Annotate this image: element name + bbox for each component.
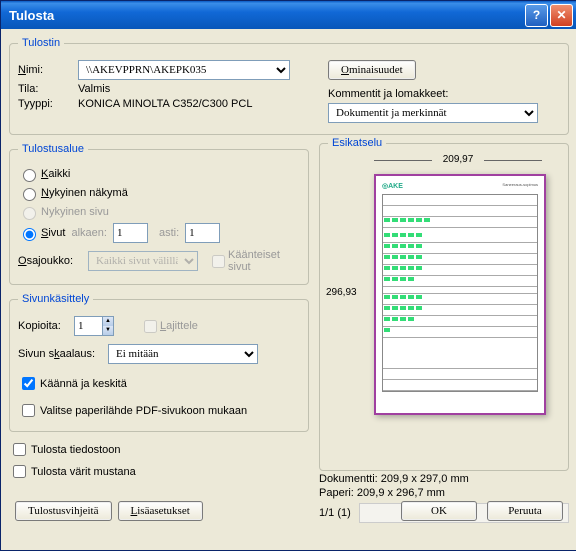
printer-legend: Tulostin — [18, 37, 64, 49]
scaling-label: Sivun skaalaus: — [18, 348, 108, 360]
advanced-button[interactable]: Lisäasetukset — [118, 501, 203, 521]
collate-check — [144, 320, 157, 333]
range-view-label: Nykyinen näkymä — [41, 187, 128, 199]
range-all-radio[interactable] — [23, 169, 36, 182]
doc-info: Dokumentti: 209,9 x 297,0 mm — [319, 473, 569, 485]
window-title: Tulosta — [5, 8, 523, 23]
range-view-radio[interactable] — [23, 188, 36, 201]
range-all-label: Kaikki — [41, 168, 70, 180]
preview-legend: Esikatselu — [328, 137, 386, 149]
paper-info: Paperi: 209,9 x 296,7 mm — [319, 487, 569, 499]
printer-group: Tulostin Nimi: \\AKEVPPRN\AKEPK035 Tila:… — [9, 37, 569, 135]
copies-label: Kopioita: — [18, 320, 74, 332]
to-input[interactable] — [185, 223, 220, 243]
comments-select[interactable]: Dokumentit ja merkinnät — [328, 103, 538, 123]
close-button[interactable]: ✕ — [550, 4, 573, 27]
print-file-check[interactable] — [13, 443, 26, 456]
range-pages-label: Sivut — [41, 227, 65, 239]
range-page-label: Nykyinen sivu — [41, 206, 109, 218]
copies-input[interactable] — [74, 316, 102, 336]
print-bw-check[interactable] — [13, 465, 26, 478]
printer-name-select[interactable]: \\AKEVPPRN\AKEPK035 — [78, 60, 290, 80]
page-status: 1/1 (1) — [319, 507, 351, 519]
name-label: Nimi: — [18, 64, 78, 76]
status-value: Valmis — [78, 83, 110, 95]
rotate-label: Käännä ja keskitä — [40, 378, 127, 390]
handling-group: Sivunkäsittely Kopioita: ▲▼ Lajittele Si… — [9, 293, 309, 432]
scaling-select[interactable]: Ei mitään — [108, 344, 258, 364]
status-label: Tila: — [18, 83, 78, 95]
cancel-button[interactable]: Peruuta — [487, 501, 563, 521]
from-label: alkaen: — [71, 227, 106, 239]
handling-legend: Sivunkäsittely — [18, 293, 93, 305]
ok-button[interactable]: OK — [401, 501, 477, 521]
tips-button[interactable]: Tulostusvihjeitä — [15, 501, 112, 521]
help-button[interactable]: ? — [525, 4, 548, 27]
properties-button[interactable]: Ominaisuudet — [328, 60, 416, 80]
type-value: KONICA MINOLTA C352/C300 PCL — [78, 98, 252, 110]
dim-width: 209,97 — [374, 154, 542, 165]
preview-document: ◎AKESaneeraus-sopimus — [374, 174, 546, 415]
copies-spinner[interactable]: ▲▼ — [74, 316, 114, 336]
type-label: Tyyppi: — [18, 98, 78, 110]
comments-label: Kommentit ja lomakkeet: — [328, 88, 448, 100]
range-legend: Tulostusalue — [18, 143, 88, 155]
rotate-check[interactable] — [22, 377, 35, 390]
papersource-check[interactable] — [22, 404, 35, 417]
reverse-label: Käänteiset sivut — [228, 249, 288, 273]
subset-select: Kaikki sivut välillä — [88, 251, 198, 271]
dim-height: 296,93 — [326, 174, 357, 411]
range-pages-radio[interactable] — [23, 228, 36, 241]
spin-up[interactable]: ▲ — [103, 317, 113, 326]
range-page-radio — [23, 207, 36, 220]
print-bw-label: Tulosta värit mustana — [31, 466, 136, 478]
preview-box: Esikatselu 209,97 296,93 ◎AKESaneeraus-s… — [319, 143, 569, 471]
title-bar: Tulosta ? ✕ — [1, 1, 576, 29]
spin-down[interactable]: ▼ — [103, 326, 113, 335]
print-file-label: Tulosta tiedostoon — [31, 444, 120, 456]
reverse-check — [212, 255, 225, 268]
from-input[interactable] — [113, 223, 148, 243]
papersource-label: Valitse paperilähde PDF-sivukoon mukaan — [40, 405, 247, 417]
collate-label: Lajittele — [160, 320, 198, 332]
range-group: Tulostusalue Kaikki Nykyinen näkymä Nyky… — [9, 143, 309, 285]
to-label: asti: — [159, 227, 179, 239]
subset-label: Osajoukko: — [18, 255, 88, 267]
